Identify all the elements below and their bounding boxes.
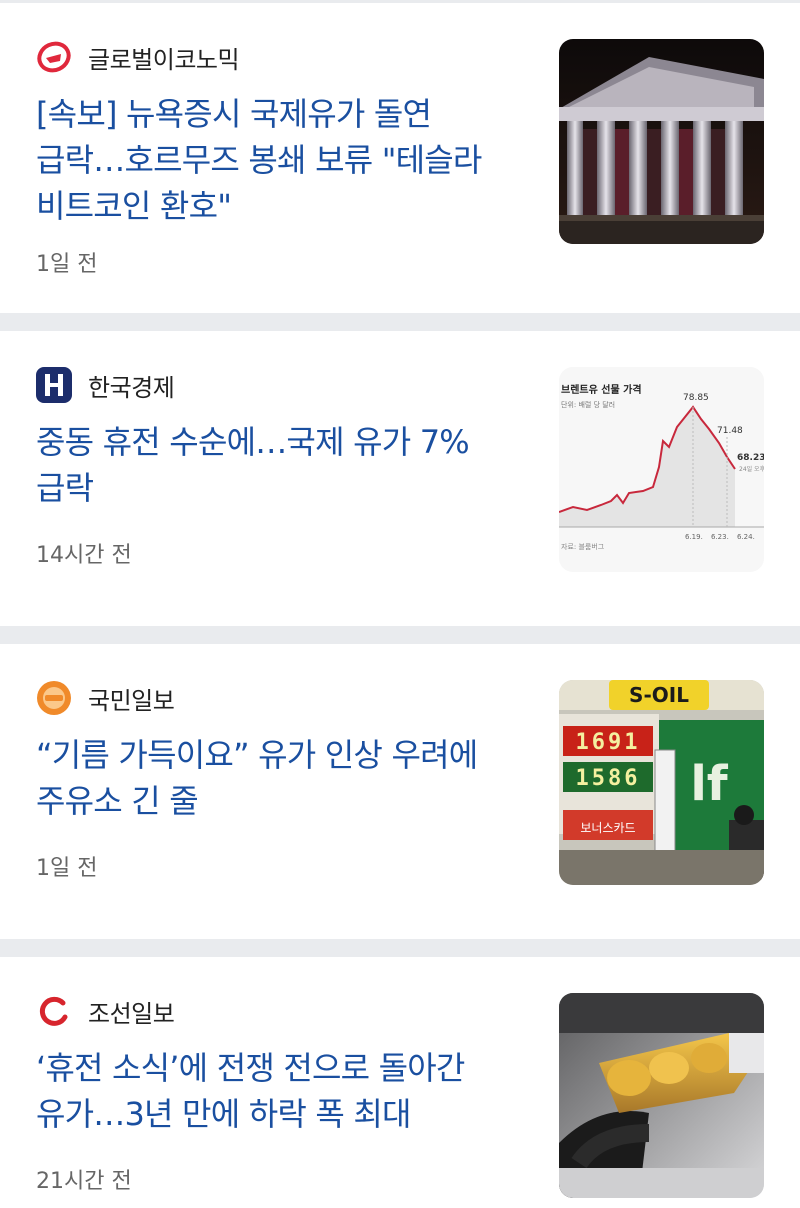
globaleconomic-logo-icon <box>36 39 72 75</box>
chosun-logo-icon <box>36 993 72 1029</box>
news-feed: 글로벌이코노믹 [속보] 뉴욕증시 국제유가 돌연 급락…호르무즈 봉쇄 보류 … <box>0 3 800 1208</box>
chart-source-note: 자료: 블룸버그 <box>561 542 605 551</box>
chart-peak-label: 78.85 <box>683 393 709 403</box>
stock-exchange-building-photo[interactable] <box>559 39 764 244</box>
chart-mid-label: 71.48 <box>717 426 743 436</box>
news-card[interactable]: 글로벌이코노믹 [속보] 뉴욕증시 국제유가 돌연 급락…호르무즈 봉쇄 보류 … <box>0 3 800 313</box>
sign-bonus: 보너스카드 <box>580 821 635 835</box>
kukmin-logo-icon <box>36 680 72 716</box>
news-card[interactable]: 조선일보 ‘휴전 소식’에 전쟁 전으로 돌아간 유가…3년 만에 하락 폭 최… <box>0 957 800 1208</box>
article-headline[interactable]: 중동 휴전 수순에…국제 유가 7% 급락 <box>36 419 526 511</box>
article-headline[interactable]: “기름 가득이요” 유가 인상 우려에 주유소 긴 줄 <box>36 732 526 824</box>
sign-price-1: 1691 <box>576 730 641 755</box>
svg-text:lf: lf <box>690 756 728 812</box>
article-time: 1일 전 <box>36 252 98 277</box>
source-name: 국민일보 <box>88 686 175 715</box>
news-card[interactable]: 한국경제 중동 휴전 수순에…국제 유가 7% 급락 14시간 전 브렌트유 선… <box>0 331 800 626</box>
chart-subtitle: 단위: 배럴 당 달러 <box>561 400 615 409</box>
sign-price-2: 1586 <box>576 766 641 791</box>
article-headline[interactable]: ‘휴전 소식’에 전쟁 전으로 돌아간 유가…3년 만에 하락 폭 최대 <box>36 1045 526 1137</box>
chart-x-label: 6.19. <box>685 533 703 541</box>
sign-brand: S-OIL <box>629 683 689 707</box>
source-name: 한국경제 <box>88 373 175 402</box>
chart-x-label: 6.24. <box>737 533 755 541</box>
chart-title: 브렌트유 선물 가격 <box>561 383 642 396</box>
hankyung-logo-icon <box>36 367 72 403</box>
article-time: 14시간 전 <box>36 543 132 568</box>
oil-price-chart-image[interactable]: 브렌트유 선물 가격 단위: 배럴 당 달러 78.85 71.48 68.23… <box>559 367 764 572</box>
chart-x-label: 6.23. <box>711 533 729 541</box>
article-time: 21시간 전 <box>36 1169 132 1194</box>
article-time: 1일 전 <box>36 856 98 881</box>
fuel-nozzle-photo[interactable] <box>559 993 764 1198</box>
source-name: 글로벌이코노믹 <box>88 45 240 74</box>
article-headline[interactable]: [속보] 뉴욕증시 국제유가 돌연 급락…호르무즈 봉쇄 보류 "테슬라 비트코… <box>36 91 526 229</box>
news-card[interactable]: 국민일보 “기름 가득이요” 유가 인상 우려에 주유소 긴 줄 1일 전 S-… <box>0 644 800 939</box>
gas-station-price-sign-photo[interactable]: S-OIL 1691 1586 보너스카드 lf <box>559 680 764 885</box>
chart-end-label: 68.23 <box>737 453 764 463</box>
source-name: 조선일보 <box>88 999 175 1028</box>
chart-end-note: 24일 오후 <box>739 465 764 473</box>
